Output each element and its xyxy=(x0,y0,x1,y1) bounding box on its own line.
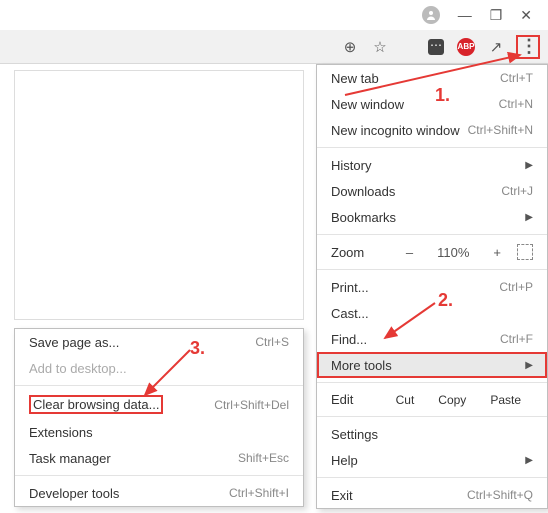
menu-shortcut: Ctrl+T xyxy=(500,71,533,85)
menu-settings[interactable]: Settings xyxy=(317,421,547,447)
menu-more-tools[interactable]: More tools ▶ xyxy=(317,352,547,378)
adblock-icon[interactable]: ABP xyxy=(456,37,476,57)
browser-toolbar: ⊕ ☆ ABP ↗ ⋮ xyxy=(0,30,548,64)
menu-label: New window xyxy=(331,97,404,112)
menu-find[interactable]: Find... Ctrl+F xyxy=(317,326,547,352)
submenu-clear-browsing-data[interactable]: Clear browsing data... Ctrl+Shift+Del xyxy=(15,390,303,419)
menu-new-incognito[interactable]: New incognito window Ctrl+Shift+N xyxy=(317,117,547,143)
menu-bookmarks[interactable]: Bookmarks ▶ xyxy=(317,204,547,230)
minimize-button[interactable]: — xyxy=(458,7,472,23)
page-content-area xyxy=(14,70,304,320)
copy-button[interactable]: Copy xyxy=(426,393,478,407)
menu-label: Save page as... xyxy=(29,335,119,350)
zoom-value: 110% xyxy=(429,245,477,260)
menu-shortcut: Ctrl+Shift+Del xyxy=(214,398,289,412)
menu-help[interactable]: Help ▶ xyxy=(317,447,547,473)
menu-shortcut: Ctrl+Shift+I xyxy=(229,486,289,500)
edit-label: Edit xyxy=(331,392,384,407)
zoom-label: Zoom xyxy=(331,245,390,260)
menu-shortcut: Ctrl+N xyxy=(499,97,533,111)
menu-shortcut: Shift+Esc xyxy=(238,451,289,465)
menu-shortcut: Ctrl+J xyxy=(501,184,533,198)
zoom-out-button[interactable]: – xyxy=(398,245,421,260)
submenu-arrow-icon: ▶ xyxy=(525,212,533,223)
menu-downloads[interactable]: Downloads Ctrl+J xyxy=(317,178,547,204)
bookmark-star-icon[interactable]: ☆ xyxy=(370,37,390,57)
menu-new-tab[interactable]: New tab Ctrl+T xyxy=(317,65,547,91)
profile-icon[interactable] xyxy=(422,6,440,24)
menu-label: Developer tools xyxy=(29,486,119,501)
menu-label: Cast... xyxy=(331,306,369,321)
submenu-save-page[interactable]: Save page as... Ctrl+S xyxy=(15,329,303,355)
menu-zoom-row: Zoom – 110% + xyxy=(317,239,547,265)
menu-label: Extensions xyxy=(29,425,93,440)
menu-label: Downloads xyxy=(331,184,395,199)
submenu-developer-tools[interactable]: Developer tools Ctrl+Shift+I xyxy=(15,480,303,506)
cut-button[interactable]: Cut xyxy=(384,393,427,407)
menu-label: New incognito window xyxy=(331,123,460,138)
kebab-menu-button[interactable]: ⋮ xyxy=(516,35,540,59)
submenu-add-desktop[interactable]: Add to desktop... xyxy=(15,355,303,381)
extension-square-icon[interactable] xyxy=(426,37,446,57)
fullscreen-icon[interactable] xyxy=(517,244,533,260)
menu-label: Bookmarks xyxy=(331,210,396,225)
menu-cast[interactable]: Cast... xyxy=(317,300,547,326)
chrome-main-menu: New tab Ctrl+T New window Ctrl+N New inc… xyxy=(316,64,548,509)
menu-history[interactable]: History ▶ xyxy=(317,152,547,178)
menu-label: History xyxy=(331,158,371,173)
menu-shortcut: Ctrl+F xyxy=(500,332,533,346)
zoom-indicator-icon[interactable]: ⊕ xyxy=(340,37,360,57)
menu-print[interactable]: Print... Ctrl+P xyxy=(317,274,547,300)
submenu-arrow-icon: ▶ xyxy=(525,455,533,466)
paste-button[interactable]: Paste xyxy=(478,393,533,407)
menu-label: Find... xyxy=(331,332,367,347)
menu-label: New tab xyxy=(331,71,379,86)
submenu-extensions[interactable]: Extensions xyxy=(15,419,303,445)
menu-label: Print... xyxy=(331,280,369,295)
submenu-arrow-icon: ▶ xyxy=(525,360,533,371)
menu-exit[interactable]: Exit Ctrl+Shift+Q xyxy=(317,482,547,508)
close-button[interactable]: ✕ xyxy=(520,7,532,24)
menu-label: More tools xyxy=(331,358,392,373)
menu-label: Help xyxy=(331,453,358,468)
submenu-arrow-icon: ▶ xyxy=(525,160,533,171)
maximize-button[interactable]: ❐ xyxy=(490,7,503,24)
zoom-in-button[interactable]: + xyxy=(485,245,509,260)
more-tools-submenu: Save page as... Ctrl+S Add to desktop...… xyxy=(14,328,304,507)
menu-label: Clear browsing data... xyxy=(29,395,163,414)
submenu-task-manager[interactable]: Task manager Shift+Esc xyxy=(15,445,303,471)
menu-shortcut: Ctrl+Shift+Q xyxy=(467,488,533,502)
menu-shortcut: Ctrl+Shift+N xyxy=(468,123,533,137)
menu-new-window[interactable]: New window Ctrl+N xyxy=(317,91,547,117)
menu-label: Settings xyxy=(331,427,378,442)
menu-shortcut: Ctrl+P xyxy=(499,280,533,294)
menu-label: Exit xyxy=(331,488,353,503)
menu-label: Task manager xyxy=(29,451,111,466)
menu-label: Add to desktop... xyxy=(29,361,127,376)
share-icon[interactable]: ↗ xyxy=(486,37,506,57)
menu-edit-row: Edit Cut Copy Paste xyxy=(317,387,547,412)
menu-shortcut: Ctrl+S xyxy=(255,335,289,349)
